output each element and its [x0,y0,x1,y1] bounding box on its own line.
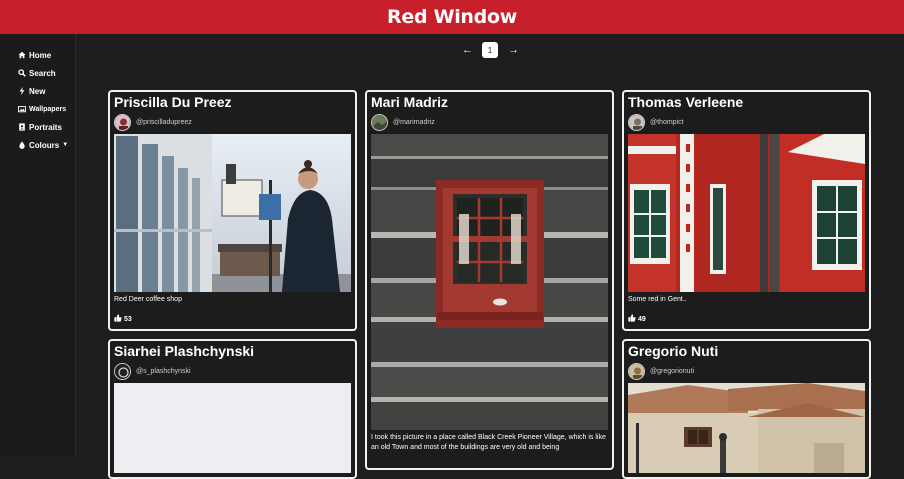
user-row[interactable]: @priscilladupreez [114,113,192,131]
user-handle: @gregorionuti [650,367,695,375]
app-title: Red Window [387,6,517,28]
user-row[interactable]: @gregorionuti [628,362,694,380]
photographer-name[interactable]: Mari Madriz [371,94,448,110]
photographer-name[interactable]: Gregorio Nuti [628,343,718,359]
sidebar-item-label: Wallpapers [29,105,67,113]
photographer-name[interactable]: Siarhei Plashchynski [114,343,254,359]
photo-caption: Red Deer coffee shop [114,296,182,303]
photo-card[interactable]: Siarhei Plashchynski @s_plashchynski [108,339,357,479]
avatar [371,113,388,131]
user-row[interactable]: @marimadriz [371,113,435,131]
sidebar-item-search[interactable]: Search [0,64,75,82]
droplet-icon [17,141,27,149]
user-row[interactable]: @thompict [628,113,684,131]
avatar [628,113,645,131]
thumbs-up-icon [628,314,636,324]
app-header: Red Window [0,0,904,34]
photo[interactable] [114,134,351,292]
home-icon [17,51,27,59]
bolt-icon [17,87,27,95]
like-count-value: 49 [638,315,646,323]
sidebar-item-label: Search [29,68,56,78]
sidebar-item-label: Colours [29,140,60,150]
arrow-right-icon[interactable]: → [508,44,519,56]
like-count[interactable]: 49 [628,314,646,324]
photo[interactable] [628,134,865,292]
user-handle: @s_plashchynski [136,367,191,375]
photo-card[interactable]: Gregorio Nuti @gregorionuti [622,339,871,479]
like-count-value: 53 [124,315,132,323]
photo-caption: Some red in Gent.. [628,296,687,303]
photo-card[interactable]: Priscilla Du Preez @priscilladupreez Red… [108,90,357,331]
thumbs-up-icon [114,314,122,324]
sidebar-item-new[interactable]: New [0,82,75,100]
pagination: ← 1 → [462,42,519,58]
photo[interactable] [371,134,608,430]
search-icon [17,69,27,77]
sidebar-item-label: Home [29,50,52,60]
sidebar-item-portraits[interactable]: Portraits [0,118,75,136]
photo[interactable] [114,383,351,473]
sidebar-item-label: Portraits [29,122,62,132]
avatar [114,113,131,131]
photographer-name[interactable]: Priscilla Du Preez [114,94,232,110]
like-count[interactable]: 53 [114,314,132,324]
user-row[interactable]: @s_plashchynski [114,362,191,380]
avatar [628,362,645,380]
sidebar-item-wallpapers[interactable]: Wallpapers [0,100,75,118]
arrow-left-icon[interactable]: ← [462,44,473,56]
photo-card[interactable]: Thomas Verleene @thompict Some red in Ge… [622,90,871,331]
avatar [114,362,131,380]
user-handle: @marimadriz [393,118,435,126]
sidebar-item-label: New [29,86,46,96]
chevron-down-icon: ▼ [62,142,69,148]
sidebar-item-home[interactable]: Home [0,46,75,64]
photographer-name[interactable]: Thomas Verleene [628,94,743,110]
image-icon [17,105,27,113]
photo[interactable] [628,383,865,473]
user-handle: @priscilladupreez [136,118,192,126]
sidebar-item-colours[interactable]: Colours ▼ [0,136,75,154]
user-handle: @thompict [650,118,684,126]
portrait-icon [17,123,27,131]
sidebar: Home Search New Wallpapers Portraits Col… [0,34,76,456]
photo-card[interactable]: Mari Madriz @marimadriz I took this pict… [365,90,614,470]
photo-caption: I took this picture in a place called Bl… [371,434,606,451]
page-number[interactable]: 1 [482,42,498,58]
